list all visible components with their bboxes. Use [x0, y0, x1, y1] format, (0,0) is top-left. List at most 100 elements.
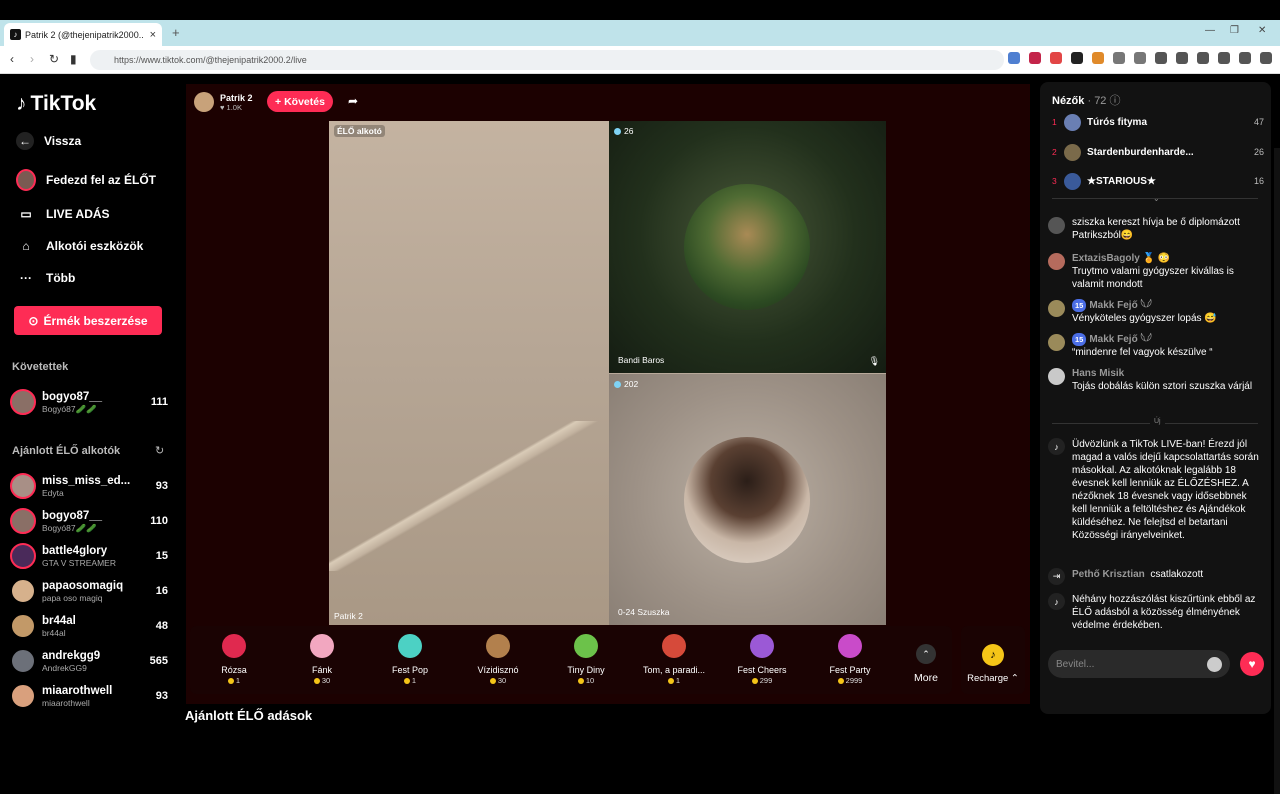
- more-gifts-button[interactable]: ⌃ More: [906, 626, 946, 694]
- tiktok-note-icon: ♪: [16, 92, 27, 115]
- restore-icon[interactable]: ❐: [1230, 25, 1239, 36]
- top-viewer[interactable]: 3 ★STARIOUS★ 16: [1052, 172, 1264, 190]
- donut-icon: [310, 634, 334, 658]
- fest-pop-icon: [398, 634, 422, 658]
- new-tab-icon[interactable]: +: [172, 25, 180, 40]
- guest-name: 0-24 Szuszka: [618, 607, 670, 617]
- video-player[interactable]: ÉLŐ alkotó Patrik 2 26 Bandi Baros 🎙 202…: [329, 121, 886, 625]
- close-tab-icon[interactable]: ×: [150, 29, 156, 41]
- guest-panel[interactable]: 26 Bandi Baros 🎙: [609, 121, 886, 373]
- bookmark-icon[interactable]: ▮: [70, 52, 77, 66]
- recommended-heading: Ajánlott ÉLŐ alkotók: [12, 445, 121, 457]
- host-camera: ÉLŐ alkotó Patrik 2: [329, 121, 609, 625]
- refresh-icon[interactable]: ↻: [155, 444, 164, 457]
- url-field[interactable]: https://www.tiktok.com/@thejenipatrik200…: [90, 50, 1004, 70]
- tiktok-note-icon: ♪: [1048, 438, 1065, 455]
- gift-item[interactable]: Fest Pop 1: [366, 626, 454, 694]
- avatar: [1048, 253, 1065, 270]
- follow-button[interactable]: + Követés: [267, 91, 333, 112]
- extension-icon[interactable]: [1218, 52, 1230, 64]
- extension-icon[interactable]: [1050, 52, 1062, 64]
- gift-item[interactable]: Fest Party 2999: [806, 626, 894, 694]
- gift-item[interactable]: Tiny Diny 10: [542, 626, 630, 694]
- system-message: ♪ Üdvözlünk a TikTok LIVE-ban! Érezd jól …: [1048, 438, 1264, 542]
- coin-icon: [577, 678, 584, 684]
- gift-item[interactable]: Tom, a paradi... 1: [630, 626, 718, 694]
- avatar: [10, 648, 36, 674]
- extension-icon[interactable]: [1071, 52, 1083, 64]
- back-icon[interactable]: ‹: [10, 52, 14, 66]
- extension-icon[interactable]: [1029, 52, 1041, 64]
- browser-tab[interactable]: ♪ Patrik 2 (@thejenipatrik2000... ×: [4, 23, 162, 46]
- forward-icon[interactable]: ›: [30, 52, 34, 66]
- scrollbar[interactable]: [1274, 148, 1280, 794]
- guest-name: Bandi Baros: [618, 355, 665, 365]
- extension-icon[interactable]: [1155, 52, 1167, 64]
- extension-icon[interactable]: [1260, 52, 1272, 64]
- recommended-account[interactable]: andrekgg9 AndrekGG9 565: [10, 645, 168, 677]
- recommended-live-title: Ajánlott ÉLŐ adások: [185, 708, 313, 723]
- nav-back[interactable]: ← Vissza: [16, 132, 81, 150]
- nav-more[interactable]: ··· Több: [16, 268, 75, 288]
- extension-icon[interactable]: [1113, 52, 1125, 64]
- reload-icon[interactable]: ↻: [49, 52, 59, 66]
- recommended-account[interactable]: battle4glory GTA V STREAMER 15: [10, 540, 168, 572]
- chat-input[interactable]: Bevitel...: [1048, 650, 1230, 678]
- emoji-icon[interactable]: [1207, 657, 1222, 672]
- coin-icon: [403, 678, 410, 684]
- coin-icon: [751, 678, 758, 684]
- guest-avatar: [684, 437, 810, 563]
- info-icon[interactable]: ⓘ: [1110, 95, 1121, 107]
- extension-icon[interactable]: [1197, 52, 1209, 64]
- top-viewer[interactable]: 2 Stardenburdenharde... 26: [1052, 143, 1264, 161]
- tiktok-coin-icon: ♪: [982, 644, 1004, 666]
- viewer-dot-icon: [614, 127, 621, 135]
- gift-bar: Rózsa 1 Fánk 30 Fest Pop 1 Vízidisznó 30 Tin…: [190, 626, 952, 694]
- extension-icon[interactable]: [1239, 52, 1251, 64]
- gift-item[interactable]: Fánk 30: [278, 626, 366, 694]
- host-avatar[interactable]: [194, 92, 214, 112]
- top-viewer[interactable]: 1 Túrós fityma 47: [1052, 113, 1264, 131]
- avatar: [1048, 334, 1065, 351]
- host-cam-name: Patrik 2: [334, 611, 363, 621]
- extension-icon[interactable]: [1176, 52, 1188, 64]
- viewers-header[interactable]: Nézők · 72 ⓘ: [1052, 92, 1121, 108]
- coin-icon: [667, 678, 674, 684]
- nav-explore-live[interactable]: Fedezd fel az ÉLŐT: [16, 169, 156, 191]
- tom-icon: [662, 634, 686, 658]
- avatar: [10, 683, 36, 709]
- share-icon[interactable]: ➦: [348, 94, 358, 108]
- minimize-icon[interactable]: —: [1205, 25, 1215, 36]
- heart-icon[interactable]: ♥: [1240, 652, 1264, 676]
- host-info[interactable]: Patrik 2 ♥ 1.0K: [194, 92, 253, 112]
- avatar: [1048, 368, 1065, 385]
- gift-item[interactable]: Vízidisznó 30: [454, 626, 542, 694]
- close-window-icon[interactable]: ✕: [1258, 25, 1266, 36]
- nav-creator-tools[interactable]: ⌂ Alkotói eszközök: [16, 236, 143, 256]
- recommended-account[interactable]: papaosomagiq papa oso magiq 16: [10, 575, 168, 607]
- extension-icon[interactable]: [1008, 52, 1020, 64]
- capybara-icon: [486, 634, 510, 658]
- wall-edge: [329, 421, 609, 571]
- recommended-account[interactable]: bogyo87__ Bogyó87🥒🥒 110: [10, 505, 168, 537]
- gift-price: 30: [313, 676, 330, 686]
- gift-item[interactable]: Rózsa 1: [190, 626, 278, 694]
- tiktok-logo[interactable]: ♪ TikTok: [16, 92, 96, 116]
- tiktok-note-icon: ♪: [1048, 593, 1065, 610]
- following-account[interactable]: bogyo87__ Bogyó87🥒🥒 111: [10, 386, 168, 418]
- recommended-account[interactable]: miaarothwell miaarothwell 93: [10, 680, 168, 712]
- avatar: [1048, 300, 1065, 317]
- guest-panel[interactable]: 202 0-24 Szuszka: [609, 374, 886, 625]
- recommended-account[interactable]: br44al br44al 48: [10, 610, 168, 642]
- recommended-account[interactable]: miss_miss_ed... Edyta 93: [10, 470, 168, 502]
- extension-icon[interactable]: [1092, 52, 1104, 64]
- video-camera-icon: ▭: [20, 207, 32, 221]
- nav-live[interactable]: ▭ LIVE ADÁS: [16, 204, 109, 224]
- chevron-down-icon[interactable]: ⌄: [1153, 194, 1160, 203]
- chat-message: 15 Makk Fejő 𓆩𓆪 Vényköteles gyógyszer lopá…: [1048, 299, 1264, 325]
- get-coins-button[interactable]: ⊙ Érmék beszerzése: [14, 306, 162, 335]
- gift-item[interactable]: Fest Cheers 299: [718, 626, 806, 694]
- avatar: [10, 578, 36, 604]
- extension-icon[interactable]: [1134, 52, 1146, 64]
- recharge-button[interactable]: ♪ Recharge ⌃: [961, 626, 1025, 694]
